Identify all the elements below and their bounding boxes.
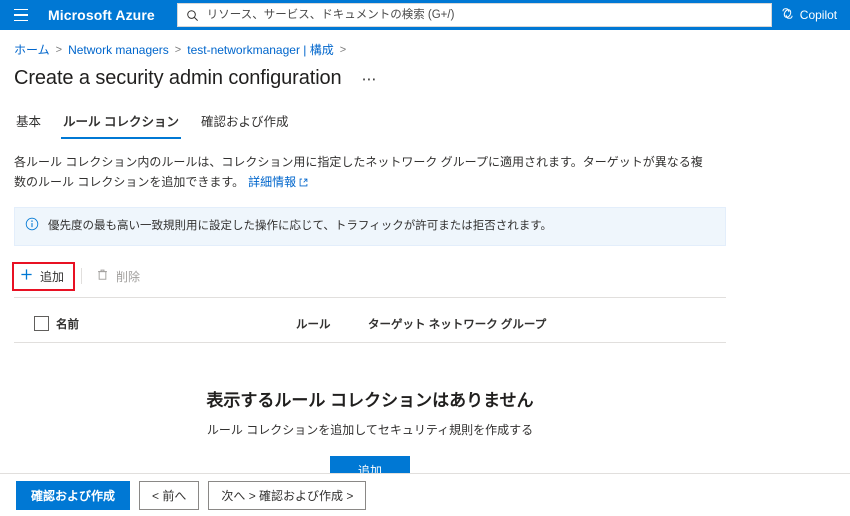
description-text: 各ルール コレクション内のルールは、コレクション用に指定したネットワーク グルー… [14, 155, 703, 189]
command-bar-divider [81, 268, 83, 285]
more-options-icon[interactable]: ⋯ [358, 70, 382, 89]
select-all-cell [14, 316, 56, 332]
page-title: Create a security admin configuration [14, 67, 342, 89]
info-icon [25, 217, 39, 236]
wizard-footer: 確認および作成 < 前へ 次へ > 確認および作成 > [0, 473, 850, 516]
column-header-rules[interactable]: ルール [296, 316, 368, 332]
wizard-tabs: 基本 ルール コレクション 確認および作成 [0, 90, 850, 139]
section-description: 各ルール コレクション内のルールは、コレクション用に指定したネットワーク グルー… [0, 139, 726, 194]
external-link-icon [299, 174, 308, 194]
page-header: Create a security admin configuration ⋯ [0, 58, 850, 90]
copilot-label: Copilot [799, 8, 838, 22]
search-icon [186, 9, 199, 22]
plus-icon [20, 268, 33, 284]
copilot-button[interactable]: Copilot [772, 2, 845, 28]
breadcrumb-separator: > [339, 43, 347, 56]
breadcrumb-separator: > [55, 43, 63, 56]
empty-state-title: 表示するルール コレクションはありません [206, 390, 534, 410]
next-button[interactable]: 次へ > 確認および作成 > [208, 480, 367, 510]
azure-brand-label[interactable]: Microsoft Azure [48, 7, 155, 23]
rule-collections-table-header: 名前 ルール ターゲット ネットワーク グループ [14, 316, 726, 343]
top-bar-actions: Copilot [772, 2, 850, 28]
breadcrumb-item-network-managers[interactable]: Network managers [68, 43, 169, 57]
tab-review-create[interactable]: 確認および作成 [199, 111, 291, 139]
trash-icon [96, 268, 109, 284]
column-header-name[interactable]: 名前 [56, 316, 296, 332]
add-button-label: 追加 [40, 269, 65, 284]
delete-rule-collection-button[interactable]: 削除 [90, 264, 149, 289]
previous-button[interactable]: < 前へ [139, 480, 200, 510]
command-bar: 追加 削除 [11, 261, 726, 298]
select-all-checkbox[interactable] [34, 316, 49, 332]
empty-state: 表示するルール コレクションはありません ルール コレクションを追加してセキュリ… [14, 343, 726, 485]
learn-more-link[interactable]: 詳細情報 [248, 175, 296, 189]
search-input[interactable] [204, 5, 763, 25]
info-banner: 優先度の最も高い一致規則用に設定した操作に応じて、トラフィックが許可または拒否さ… [14, 206, 726, 246]
info-banner-message: 優先度の最も高い一致規則用に設定した操作に応じて、トラフィックが許可または拒否さ… [48, 219, 553, 232]
breadcrumb-item-home[interactable]: ホーム [14, 41, 50, 58]
add-rule-collection-button[interactable]: 追加 [11, 261, 76, 291]
tab-rule-collections[interactable]: ルール コレクション [61, 111, 181, 139]
review-and-create-button[interactable]: 確認および作成 [16, 480, 131, 510]
hamburger-menu-icon[interactable] [10, 4, 32, 26]
breadcrumb-separator: > [174, 43, 182, 56]
copilot-icon [780, 6, 795, 24]
global-search-box[interactable] [176, 3, 772, 27]
delete-button-label: 削除 [116, 269, 141, 284]
breadcrumb-item-test-networkmanager[interactable]: test-networkmanager | 構成 [187, 41, 334, 58]
tab-basics[interactable]: 基本 [14, 111, 43, 139]
empty-state-subtitle: ルール コレクションを追加してセキュリティ規則を作成する [206, 422, 534, 437]
column-header-target-network-groups[interactable]: ターゲット ネットワーク グループ [368, 316, 726, 332]
top-navigation-bar: Microsoft Azure Copilot [0, 0, 850, 30]
breadcrumb: ホーム > Network managers > test-networkman… [0, 30, 850, 58]
